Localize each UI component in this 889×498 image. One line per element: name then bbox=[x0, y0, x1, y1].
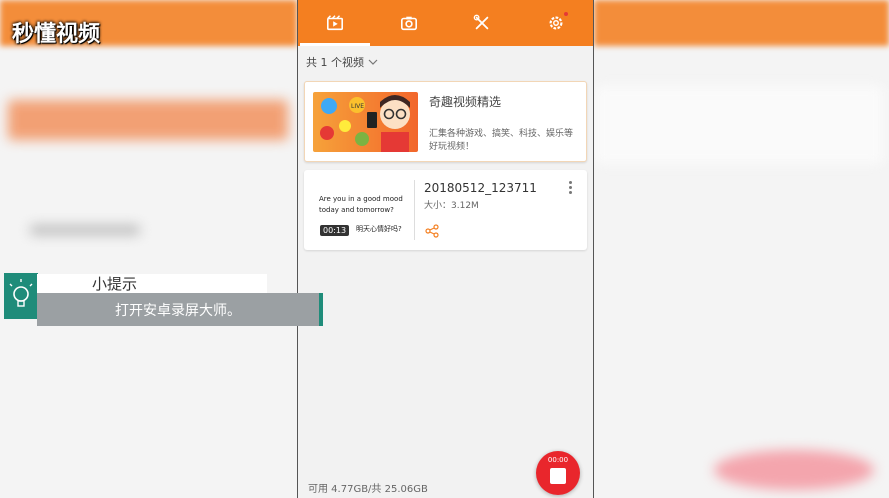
video-file-name: 20180512_123711 bbox=[424, 181, 537, 195]
tip-lightbulb-icon bbox=[4, 273, 38, 319]
record-button[interactable]: 00:00 bbox=[536, 451, 580, 495]
promo-illustration: LIVE bbox=[320, 95, 410, 152]
watermark-logo: 秒懂视频 bbox=[12, 22, 101, 47]
notification-badge bbox=[564, 12, 569, 16]
blurred-top-bar bbox=[594, 0, 889, 46]
thumbnail-text-line1: Are you in a good mood bbox=[319, 195, 403, 203]
video-count-selector[interactable]: 共 1 个视频 bbox=[306, 52, 378, 72]
thumbnail-caption: 明天心情好吗? bbox=[356, 225, 402, 233]
tab-videos[interactable] bbox=[298, 0, 372, 46]
share-icon[interactable] bbox=[425, 224, 439, 238]
promo-description: 汇集各种游戏、搞笑、科技、娱乐等好玩视频！ bbox=[429, 129, 574, 152]
svg-text:LIVE: LIVE bbox=[351, 103, 364, 110]
tab-screenshots[interactable] bbox=[372, 0, 446, 46]
phone-screen: 共 1 个视频 LIVE 奇趣视频精选 汇集各种游戏、搞笑、科技、娱乐等好玩视频… bbox=[297, 0, 594, 498]
video-thumbnail[interactable]: Are you in a good mood today and tomorro… bbox=[312, 180, 415, 240]
promo-title: 奇趣视频精选 bbox=[429, 95, 502, 109]
tip-text: 打开安卓录屏大师。 bbox=[115, 303, 241, 319]
settings-icon bbox=[549, 16, 563, 30]
video-duration: 00:13 bbox=[320, 225, 350, 236]
tip-title: 小提示 bbox=[92, 275, 138, 293]
blurred-banner bbox=[8, 100, 288, 140]
thumbnail-text-line2: today and tomorrow? bbox=[319, 206, 394, 214]
video-icon bbox=[326, 15, 343, 31]
video-file-size: 大小：3.12M bbox=[424, 201, 479, 211]
blurred-line bbox=[30, 225, 140, 235]
tab-tools[interactable] bbox=[446, 0, 520, 46]
storage-info: 可用 4.77GB/共 25.06GB bbox=[308, 484, 428, 495]
blurred-background-right bbox=[594, 0, 889, 498]
blurred-record-button bbox=[714, 450, 874, 490]
tools-icon bbox=[474, 14, 489, 30]
record-timer: 00:00 bbox=[547, 456, 569, 464]
tip-title-bar bbox=[37, 274, 267, 294]
promo-image: LIVE bbox=[313, 92, 418, 152]
tip-body: 打开安卓录屏大师。 bbox=[37, 293, 323, 326]
video-count-label: 共 1 个视频 bbox=[306, 56, 364, 69]
camera-icon bbox=[400, 16, 417, 31]
tab-settings[interactable] bbox=[519, 0, 593, 46]
blurred-background-left bbox=[0, 0, 297, 498]
promo-card[interactable]: LIVE 奇趣视频精选 汇集各种游戏、搞笑、科技、娱乐等好玩视频！ bbox=[304, 81, 587, 162]
more-options-icon[interactable] bbox=[569, 181, 573, 196]
chevron-down-icon bbox=[368, 59, 378, 65]
video-list-item[interactable]: Are you in a good mood today and tomorro… bbox=[304, 170, 587, 250]
stop-icon bbox=[550, 468, 566, 484]
top-tab-bar bbox=[298, 0, 593, 46]
blurred-card bbox=[594, 85, 884, 165]
